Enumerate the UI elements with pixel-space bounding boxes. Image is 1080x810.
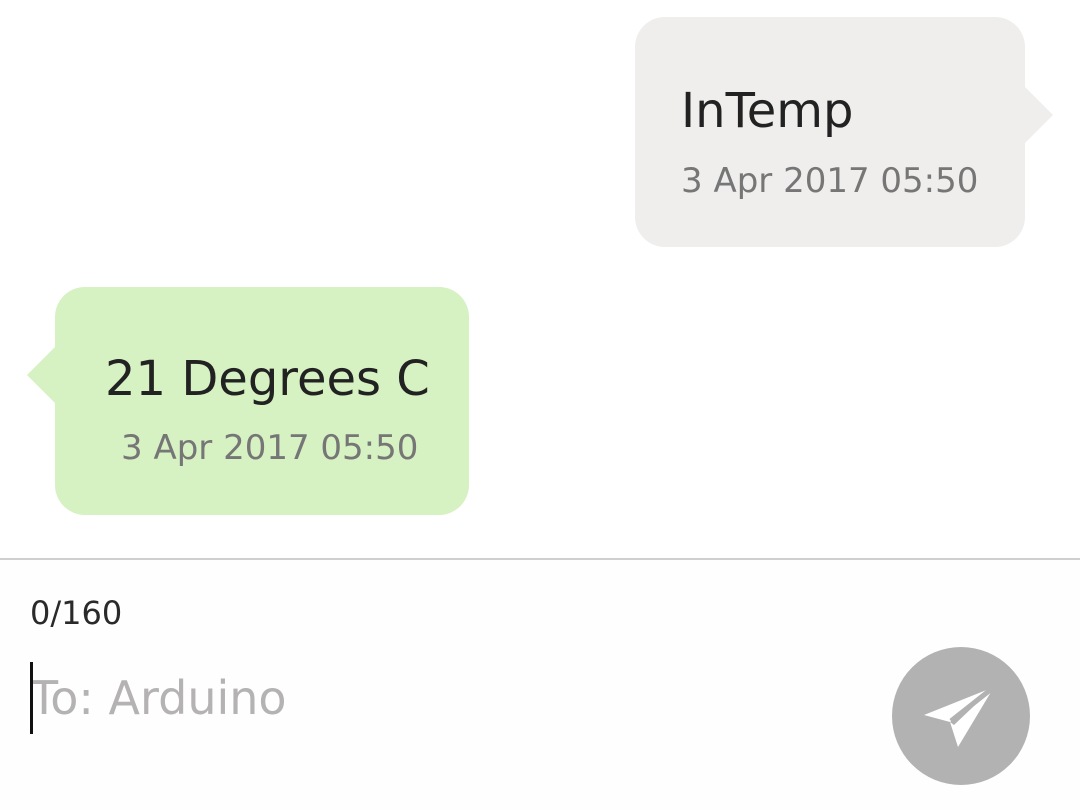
message-timestamp: 3 Apr 2017 05:50 [121,428,419,468]
message-composer: 0/160 [0,560,1080,810]
incoming-message-bubble[interactable]: 21 Degrees C 3 Apr 2017 05:50 [27,287,469,515]
message-timestamp: 3 Apr 2017 05:50 [681,161,979,201]
conversation-thread: InTemp 3 Apr 2017 05:50 21 Degrees C 3 A… [0,0,1080,558]
text-cursor [30,662,33,734]
send-icon [924,685,996,747]
outgoing-message-bubble[interactable]: InTemp 3 Apr 2017 05:50 [635,17,1053,247]
send-button[interactable] [892,647,1030,785]
message-text: 21 Degrees C [105,351,430,407]
message-input[interactable] [30,660,870,736]
message-text: InTemp [681,83,854,139]
character-counter: 0/160 [30,594,123,632]
